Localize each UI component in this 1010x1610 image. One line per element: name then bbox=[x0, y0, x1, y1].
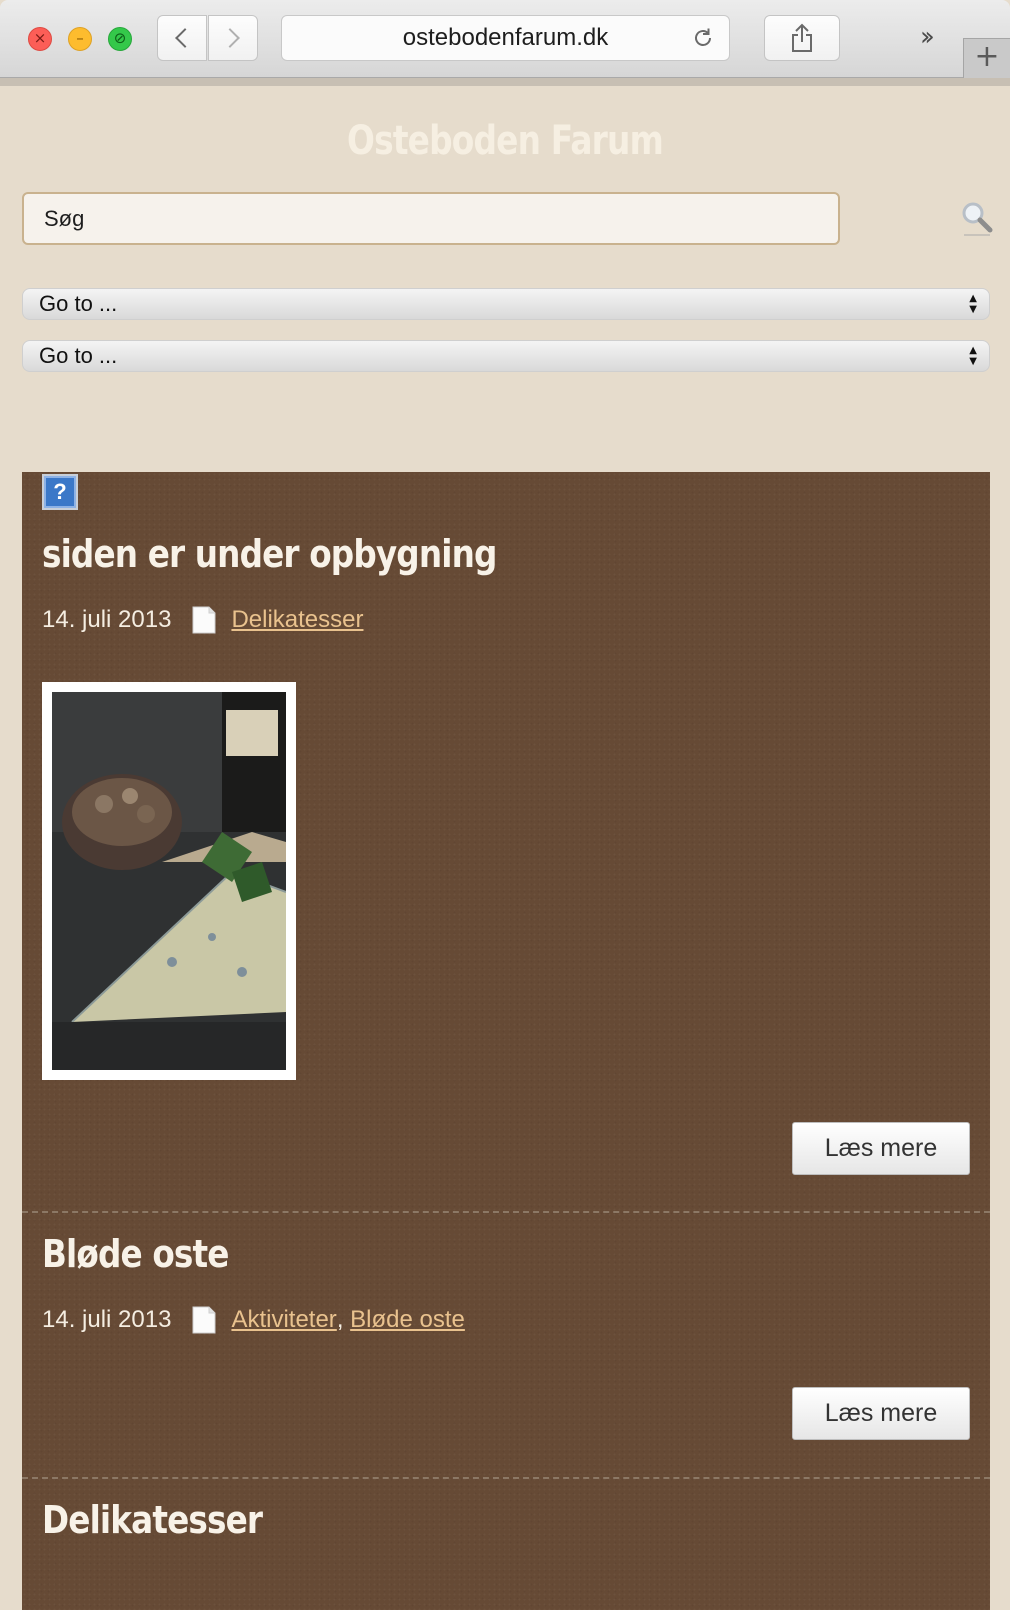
post-meta: 14. juli 2013 Delikatesser bbox=[42, 606, 363, 634]
fullscreen-window-button[interactable]: ⊘ bbox=[108, 27, 132, 51]
category-link[interactable]: Aktiviteter bbox=[231, 1306, 336, 1334]
minimize-window-button[interactable]: – bbox=[68, 27, 92, 51]
document-icon bbox=[192, 606, 216, 634]
site-title[interactable]: Osteboden Farum bbox=[91, 118, 919, 164]
nav-select-value: Go to ... bbox=[39, 291, 118, 316]
post-title[interactable]: Delikatesser bbox=[42, 1498, 263, 1542]
post-divider bbox=[22, 1211, 990, 1213]
document-icon bbox=[192, 1306, 216, 1334]
share-button[interactable] bbox=[764, 15, 840, 61]
forward-button[interactable] bbox=[208, 15, 258, 61]
select-arrows-icon: ▲ ▼ bbox=[969, 293, 977, 315]
read-more-button[interactable]: Læs mere bbox=[792, 1387, 970, 1440]
minimize-icon: – bbox=[76, 29, 84, 47]
magnifier-icon bbox=[962, 202, 993, 236]
post-meta: 14. juli 2013 Aktiviteter, Bløde oste bbox=[42, 1306, 465, 1334]
post-title[interactable]: siden er under opbygning bbox=[42, 532, 497, 576]
cheese-photo bbox=[52, 692, 286, 1070]
forward-arrow-icon bbox=[220, 28, 240, 48]
search-button[interactable] bbox=[960, 198, 994, 238]
post-divider bbox=[22, 1477, 990, 1479]
select-arrows-icon: ▲ ▼ bbox=[969, 345, 977, 367]
post-list: ? siden er under opbygning 14. juli 2013… bbox=[22, 472, 990, 1610]
search-input[interactable] bbox=[22, 192, 840, 245]
toolbar-shadow bbox=[0, 78, 1010, 86]
post-date: 14. juli 2013 bbox=[42, 606, 172, 633]
nav-select-primary[interactable]: Go to ... ▲ ▼ bbox=[22, 288, 990, 320]
close-window-button[interactable]: × bbox=[28, 27, 52, 51]
category-link[interactable]: Bløde oste bbox=[350, 1306, 465, 1334]
broken-image-icon: ? bbox=[42, 474, 78, 510]
address-bar[interactable]: ostebodenfarum.dk bbox=[281, 15, 730, 61]
post-date: 14. juli 2013 bbox=[42, 1306, 172, 1333]
nav-select-value: Go to ... bbox=[39, 343, 118, 368]
post-title[interactable]: Bløde oste bbox=[42, 1232, 229, 1276]
reload-icon[interactable] bbox=[691, 26, 715, 50]
nav-select-secondary[interactable]: Go to ... ▲ ▼ bbox=[22, 340, 990, 372]
back-button[interactable] bbox=[157, 15, 207, 61]
back-arrow-icon bbox=[175, 28, 195, 48]
close-icon: × bbox=[33, 29, 47, 47]
new-tab-button[interactable]: + bbox=[963, 38, 1010, 78]
category-link[interactable]: Delikatesser bbox=[231, 606, 363, 634]
share-icon bbox=[792, 23, 812, 52]
post-image[interactable] bbox=[42, 682, 296, 1080]
url-text: ostebodenfarum.dk bbox=[402, 24, 609, 51]
fullscreen-icon: ⊘ bbox=[113, 29, 127, 47]
category-separator: , bbox=[336, 1306, 351, 1333]
plus-icon: + bbox=[974, 39, 1000, 74]
read-more-button[interactable]: Læs mere bbox=[792, 1122, 970, 1175]
browser-toolbar: × – ⊘ ostebodenfarum.dk ›› + bbox=[0, 0, 1010, 78]
chevron-double-right-icon[interactable]: ›› bbox=[920, 22, 935, 52]
